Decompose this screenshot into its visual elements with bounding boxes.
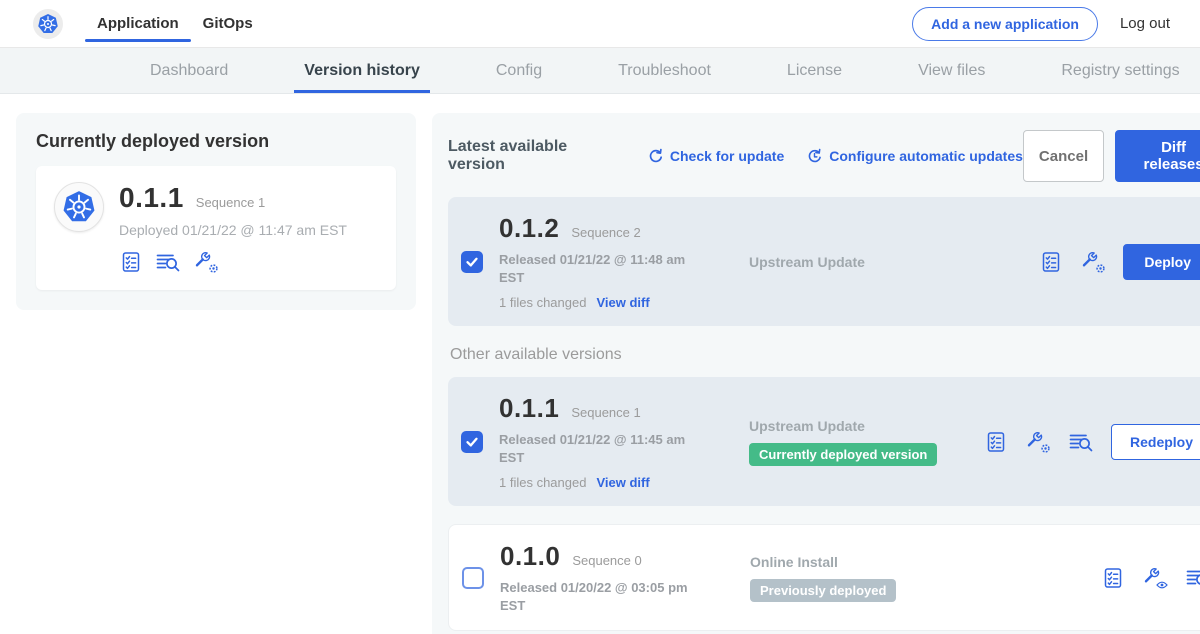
kubernetes-icon xyxy=(36,12,60,36)
deployed-sequence: Sequence 1 xyxy=(196,195,265,210)
preflight-checks-icon[interactable] xyxy=(984,430,1008,454)
version-card-0-1-0: 0.1.0 Sequence 0 Released 01/20/22 @ 03:… xyxy=(448,524,1200,631)
gear-icon xyxy=(208,263,219,274)
version-number: 0.1.2 xyxy=(499,213,559,244)
tab-gitops[interactable]: GitOps xyxy=(191,0,265,47)
deploy-logs-icon[interactable] xyxy=(1068,430,1094,454)
version-card-0-1-1: 0.1.1 Sequence 1 Released 01/21/22 @ 11:… xyxy=(448,377,1200,506)
deployed-version-number: 0.1.1 xyxy=(119,182,184,214)
version-sequence: Sequence 0 xyxy=(572,553,641,568)
app-logo xyxy=(33,9,63,39)
version-number: 0.1.0 xyxy=(500,541,560,572)
version-source: Upstream Update xyxy=(749,418,984,434)
deploy-button[interactable]: Deploy xyxy=(1123,244,1200,280)
released-timestamp: Released 01/21/22 @ 11:45 am EST xyxy=(499,431,711,466)
view-config-icon[interactable] xyxy=(1142,566,1168,590)
configure-automatic-updates-link[interactable]: Configure automatic updates xyxy=(806,148,1023,165)
main-content: Currently deployed version 0.1.1 Sequenc… xyxy=(0,94,1200,634)
latest-version-header: Latest available version Check for updat… xyxy=(448,130,1200,182)
version-sequence: Sequence 2 xyxy=(571,225,640,240)
subnav-config[interactable]: Config xyxy=(486,48,552,93)
preflight-checks-icon[interactable] xyxy=(1101,566,1125,590)
version-source: Upstream Update xyxy=(749,254,984,270)
released-timestamp: Released 01/21/22 @ 11:48 am EST xyxy=(499,251,711,286)
checkmark-icon xyxy=(464,254,480,270)
clock-refresh-icon xyxy=(806,148,823,165)
deployed-timestamp: Deployed 01/21/22 @ 11:47 am EST xyxy=(119,222,347,238)
deploy-logs-icon[interactable] xyxy=(155,250,181,274)
version-checkbox[interactable] xyxy=(461,251,483,273)
check-for-update-link[interactable]: Check for update xyxy=(647,148,784,165)
version-sequence: Sequence 1 xyxy=(571,405,640,420)
app-subnav: Dashboard Version history Config Trouble… xyxy=(0,48,1200,94)
other-versions-label: Other available versions xyxy=(450,346,1200,364)
preflight-checks-icon[interactable] xyxy=(1039,250,1063,274)
gear-icon xyxy=(1095,263,1106,274)
subnav-registry-settings[interactable]: Registry settings xyxy=(1051,48,1189,93)
subnav-view-files[interactable]: View files xyxy=(908,48,995,93)
subnav-dashboard[interactable]: Dashboard xyxy=(140,48,238,93)
logout-link[interactable]: Log out xyxy=(1120,15,1170,32)
version-source: Online Install xyxy=(750,554,985,570)
version-history-panel: Latest available version Check for updat… xyxy=(432,113,1200,634)
version-card-0-1-2: 0.1.2 Sequence 2 Released 01/21/22 @ 11:… xyxy=(448,197,1200,326)
version-row: 0.1.1 Sequence 1 xyxy=(119,182,347,214)
checkmark-icon xyxy=(464,434,480,450)
subnav-version-history[interactable]: Version history xyxy=(294,48,430,93)
latest-version-title: Latest available version xyxy=(448,138,625,174)
redeploy-button[interactable]: Redeploy xyxy=(1111,424,1200,460)
app-icon-circle xyxy=(54,182,104,232)
edit-config-icon[interactable] xyxy=(193,250,219,274)
previously-deployed-badge: Previously deployed xyxy=(750,579,896,602)
diff-releases-button[interactable]: Diff releases xyxy=(1115,130,1200,182)
subnav-license[interactable]: License xyxy=(777,48,852,93)
add-application-button[interactable]: Add a new application xyxy=(912,7,1098,41)
files-changed-label: 1 files changed xyxy=(499,475,586,490)
app-header: Application GitOps Add a new application… xyxy=(0,0,1200,48)
version-number: 0.1.1 xyxy=(499,393,559,424)
gear-icon xyxy=(1040,443,1051,454)
released-timestamp: Released 01/20/22 @ 03:05 pm EST xyxy=(500,579,712,614)
version-checkbox[interactable] xyxy=(462,567,484,589)
deploy-logs-icon[interactable] xyxy=(1185,566,1200,590)
refresh-icon xyxy=(647,148,664,165)
subnav-troubleshoot[interactable]: Troubleshoot xyxy=(608,48,721,93)
header-right: Add a new application Log out xyxy=(912,7,1200,41)
version-checkbox[interactable] xyxy=(461,431,483,453)
edit-config-icon[interactable] xyxy=(1025,430,1051,454)
view-diff-link[interactable]: View diff xyxy=(596,475,649,490)
deployed-version-card: 0.1.1 Sequence 1 Deployed 01/21/22 @ 11:… xyxy=(36,166,396,290)
tab-application[interactable]: Application xyxy=(85,0,191,47)
files-changed-label: 1 files changed xyxy=(499,295,586,310)
header-tabs: Application GitOps xyxy=(85,0,265,47)
cancel-button[interactable]: Cancel xyxy=(1023,130,1104,182)
currently-deployed-badge: Currently deployed version xyxy=(749,443,937,466)
currently-deployed-title: Currently deployed version xyxy=(36,131,396,152)
eye-icon xyxy=(1156,581,1168,589)
preflight-checks-icon[interactable] xyxy=(119,250,143,274)
view-diff-link[interactable]: View diff xyxy=(596,295,649,310)
edit-config-icon[interactable] xyxy=(1080,250,1106,274)
currently-deployed-panel: Currently deployed version 0.1.1 Sequenc… xyxy=(16,113,416,310)
kubernetes-icon xyxy=(60,188,98,226)
